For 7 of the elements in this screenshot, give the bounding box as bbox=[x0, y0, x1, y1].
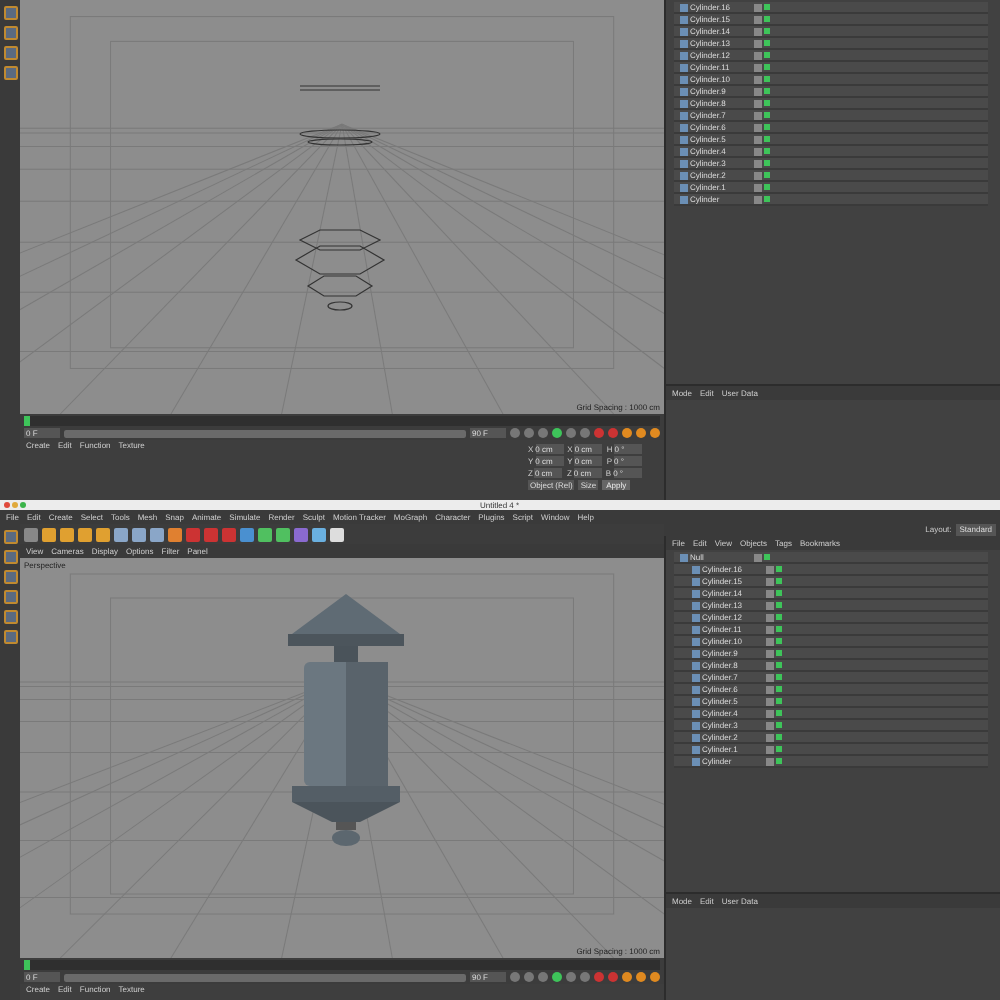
current-frame-marker[interactable] bbox=[24, 960, 30, 970]
range-slider[interactable] bbox=[64, 973, 466, 981]
minimize-window-icon[interactable] bbox=[12, 502, 18, 508]
range-slider[interactable] bbox=[64, 429, 466, 437]
close-window-icon[interactable] bbox=[4, 502, 10, 508]
current-frame-marker[interactable] bbox=[24, 416, 30, 426]
maximize-window-icon[interactable] bbox=[20, 502, 26, 508]
